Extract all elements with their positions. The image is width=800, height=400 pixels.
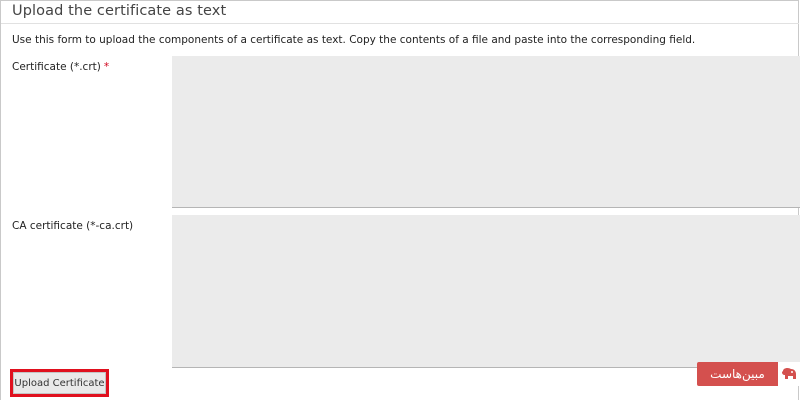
ca-certificate-label: CA certificate (*-ca.crt) — [12, 220, 134, 232]
upload-certificate-button[interactable]: Upload Certificate — [13, 372, 106, 394]
elephant-logo-icon — [778, 362, 800, 386]
ca-certificate-textarea[interactable] — [172, 215, 800, 368]
certificate-label: Certificate (*.crt) * — [12, 61, 109, 73]
panel-title: Upload the certificate as text — [12, 3, 227, 19]
form-description: Use this form to upload the components o… — [12, 34, 696, 46]
required-asterisk: * — [103, 61, 110, 73]
watermark-text: مبین‌هاست — [697, 362, 778, 386]
certificate-label-text: Certificate (*.crt) — [12, 61, 101, 73]
certificate-textarea[interactable] — [172, 56, 800, 208]
watermark-logo: مبین‌هاست — [697, 362, 800, 386]
title-divider — [1, 23, 799, 24]
